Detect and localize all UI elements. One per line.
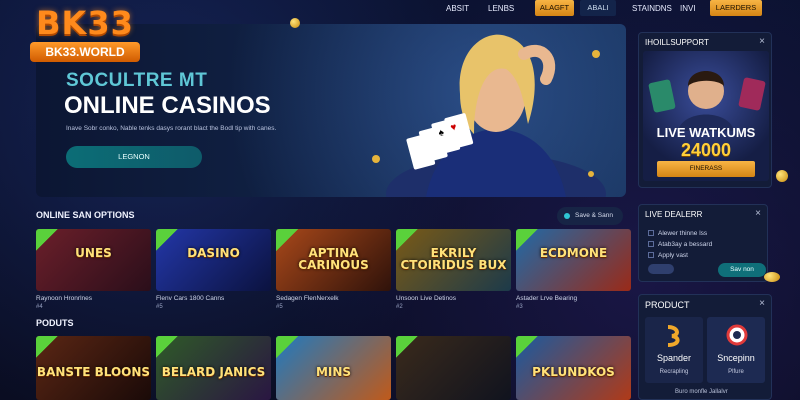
logo-wordmark: BK33 xyxy=(36,4,134,42)
logo-domain: BK33.WORLD xyxy=(30,42,140,62)
new-badge-icon xyxy=(156,336,178,358)
product-sub: Recrapling xyxy=(659,369,689,375)
coin-icon xyxy=(290,18,300,28)
live-toggle[interactable] xyxy=(648,264,674,274)
live-option-1[interactable]: Alewer thinne lss xyxy=(648,230,707,237)
new-badge-icon xyxy=(516,336,538,358)
product-name: Spander xyxy=(656,353,692,363)
hero-dealer-illustration: ♥ ♠ xyxy=(372,34,606,197)
status-dot-icon xyxy=(564,213,570,219)
hero-title: ONLINE CASINOS xyxy=(64,92,271,119)
product-tile-1[interactable]: Spander Recrapling xyxy=(645,317,703,383)
live-dealer-button[interactable]: Sav non xyxy=(718,263,766,277)
game-rank: #2 xyxy=(396,304,403,310)
section-title-products: PODUTS xyxy=(36,318,74,328)
site-logo[interactable]: BK33 BK33.WORLD xyxy=(30,4,140,62)
close-icon[interactable]: × xyxy=(755,208,761,219)
game-label[interactable]: Raynoon Hronrlnes xyxy=(36,295,92,302)
save-search-button[interactable]: Save & Sann xyxy=(557,207,623,225)
live-option-3[interactable]: Apply vast xyxy=(648,252,688,259)
game-title: ECDMONE xyxy=(539,246,608,260)
nav-link-3[interactable]: STAINDNS xyxy=(632,2,672,16)
game-title: EKRILY CTOIRIDUS BUX xyxy=(400,246,507,272)
game-card[interactable]: APTINA CARINOUS xyxy=(276,229,391,291)
game-card[interactable]: UNES xyxy=(36,229,151,291)
support-panel: IHOILLSUPPORT × LIVE WATKUMS 24000 FINER… xyxy=(638,32,772,188)
game-label[interactable]: Astader Lrve Bearing xyxy=(516,295,577,302)
game-title: UNES xyxy=(75,246,112,260)
nav-link-1[interactable]: ABSIT xyxy=(446,2,469,16)
game-card[interactable] xyxy=(396,336,511,400)
support-title: IHOILLSUPPORT xyxy=(645,38,709,47)
coin-icon xyxy=(764,272,780,282)
game-rank: #5 xyxy=(156,304,163,310)
hero-subtitle: SOCULTRE MT xyxy=(66,70,208,91)
live-option-label: Atab3ay a bessard xyxy=(658,241,713,248)
game-title: PKLUNDKOS xyxy=(532,365,615,379)
checkbox-icon xyxy=(648,241,654,248)
game-card[interactable]: EKRILY CTOIRIDUS BUX xyxy=(396,229,511,291)
checkbox-icon xyxy=(648,252,654,259)
game-card[interactable]: DASINO xyxy=(156,229,271,291)
nav-link-2[interactable]: LENBS xyxy=(488,2,514,16)
promo-headline: LIVE WATKUMS xyxy=(656,125,756,140)
game-title: APTINA CARINOUS xyxy=(298,246,369,272)
spander-logo-icon xyxy=(667,325,680,347)
nav-link-4[interactable]: INVI xyxy=(680,2,696,16)
product-footer: Buro monfle Jallalvr xyxy=(675,389,728,395)
close-icon[interactable]: × xyxy=(759,298,765,309)
game-card[interactable]: BANSTE BLOONS xyxy=(36,336,151,400)
hero-cta-button[interactable]: LEGNON xyxy=(66,146,202,168)
game-card[interactable]: BELARD JANICS xyxy=(156,336,271,400)
hero-description: Inave Sobr conko, Nable tenks dasys rora… xyxy=(66,125,277,132)
game-rank: #5 xyxy=(276,304,283,310)
close-icon[interactable]: × xyxy=(759,36,765,47)
product-name: Sncepinn xyxy=(717,353,755,363)
live-option-label: Alewer thinne lss xyxy=(658,230,708,237)
game-title: BELARD JANICS xyxy=(161,365,266,379)
game-card[interactable]: ECDMONE xyxy=(516,229,631,291)
game-title: DASINO xyxy=(187,246,240,260)
game-card[interactable]: MINS xyxy=(276,336,391,400)
new-badge-icon xyxy=(396,336,418,358)
checkbox-icon xyxy=(648,230,654,237)
new-badge-icon xyxy=(36,336,58,358)
live-dealer-title: LIVE DEALERR xyxy=(645,210,703,219)
nav-button-3[interactable]: LAERDERS xyxy=(710,0,762,16)
game-label[interactable]: Flenv Cars 1800 Canns xyxy=(156,295,224,302)
sncepinn-logo-icon xyxy=(726,324,748,346)
game-title: BANSTE BLOONS xyxy=(36,365,151,379)
promo-amount: 24000 xyxy=(680,140,732,160)
save-search-label: Save & Sann xyxy=(575,212,613,219)
game-title: MINS xyxy=(315,365,352,379)
product-tile-2[interactable]: Sncepinn Plfure xyxy=(707,317,765,383)
section-title-options: ONLINE SAN OPTIONS xyxy=(36,210,135,220)
game-card[interactable]: PKLUNDKOS xyxy=(516,336,631,400)
live-option-2[interactable]: Atab3ay a bessard xyxy=(648,241,712,248)
product-title: PRODUCT xyxy=(645,300,690,310)
nav-button-2[interactable]: ABALI xyxy=(580,0,616,16)
game-label[interactable]: Unsoon Live Detinos xyxy=(396,295,456,302)
live-option-label: Apply vast xyxy=(658,252,688,259)
product-sub: Plfure xyxy=(728,369,744,375)
nav-button-1[interactable]: ALAGFT xyxy=(535,0,574,16)
game-rank: #4 xyxy=(36,304,43,310)
game-label[interactable]: Sedagen FlenNerxelk xyxy=(276,295,339,302)
new-badge-icon xyxy=(276,336,298,358)
game-rank: #3 xyxy=(516,304,523,310)
product-panel: PRODUCT × Spander Recrapling Sncepinn Pl… xyxy=(638,294,772,400)
promo-button[interactable]: FINERASS xyxy=(657,161,755,177)
coin-icon xyxy=(776,170,788,182)
